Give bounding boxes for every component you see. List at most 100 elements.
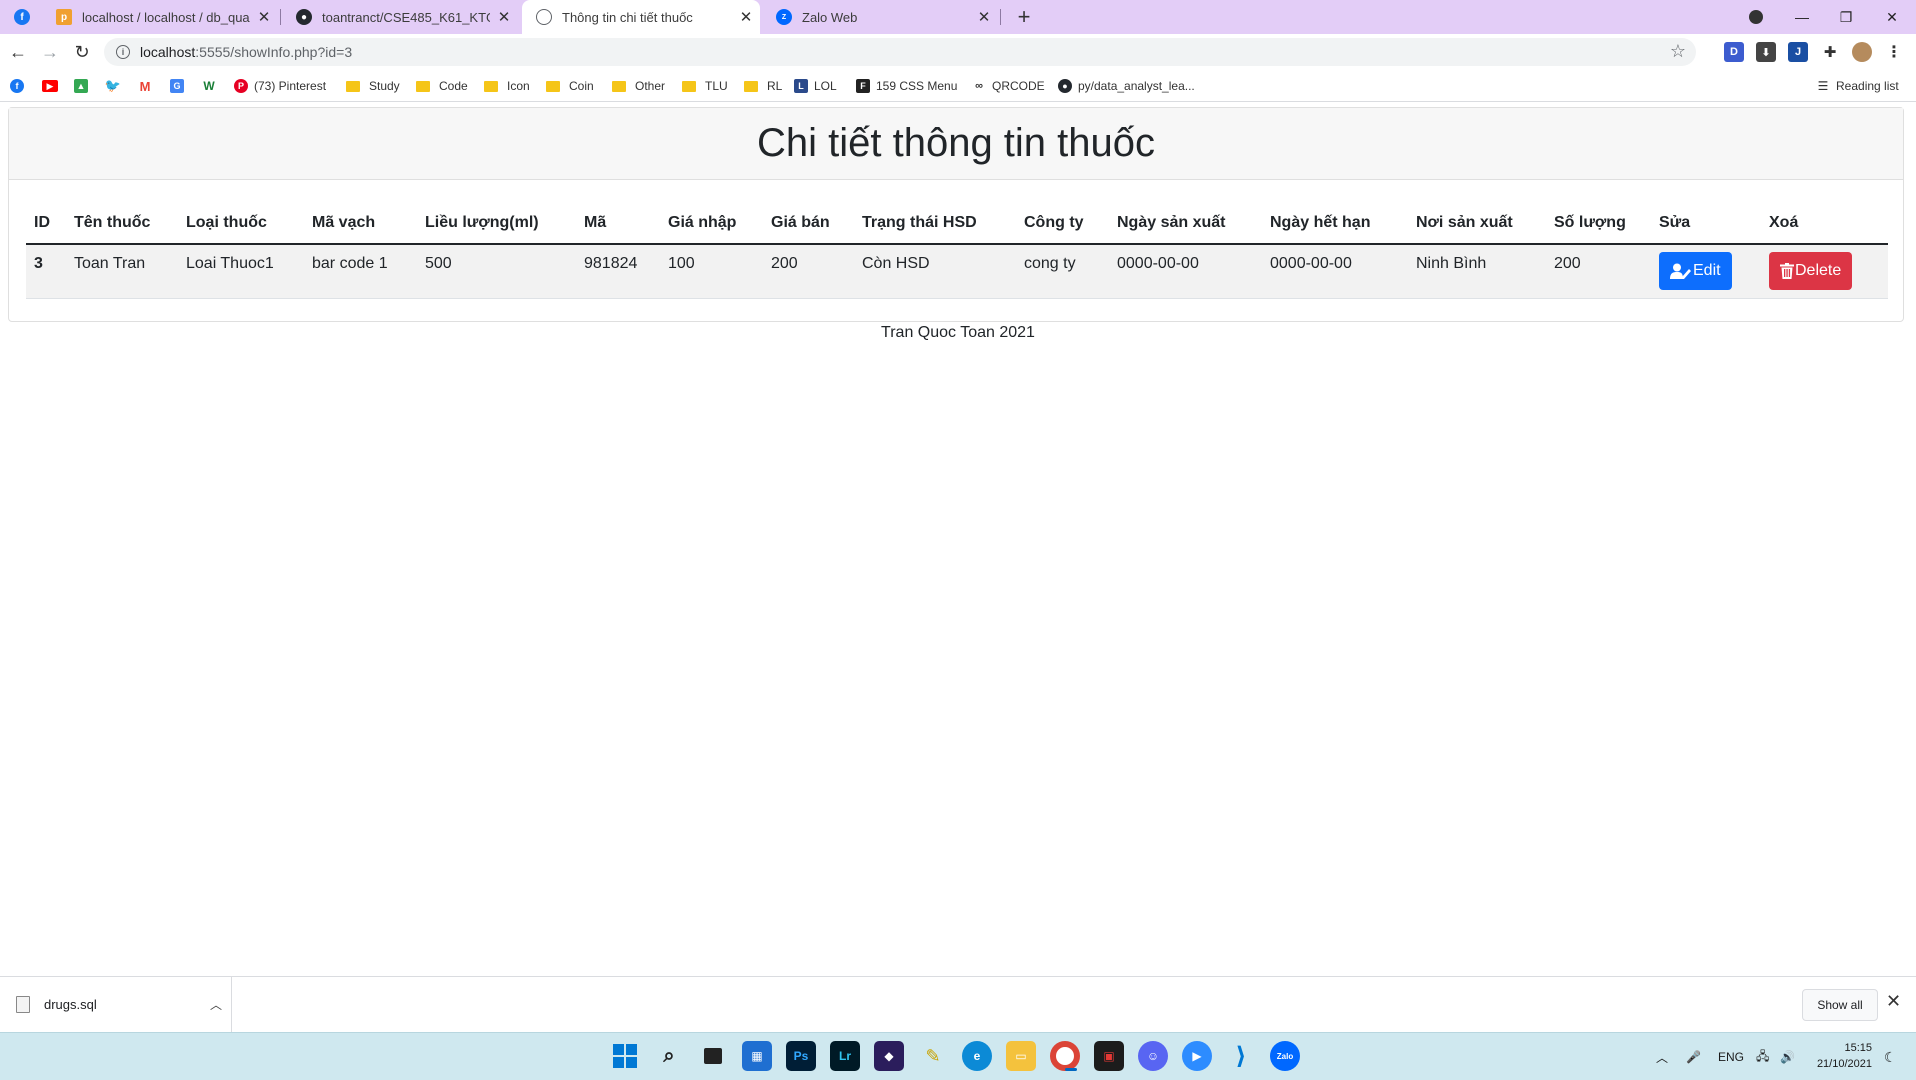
tab-title: toantranct/CSE485_K61_KTGK_19 [322,9,490,25]
file-explorer-icon[interactable]: ▭ [1006,1041,1036,1071]
table-header-row: ID Tên thuốc Loại thuốc Mã vạch Liều lượ… [26,202,1888,245]
extension-j-icon[interactable]: J [1788,42,1808,62]
url-text: localhost:5555/showInfo.php?id=3 [140,44,352,60]
tab-facebook-pinned[interactable]: f [0,0,40,34]
photoshop-icon[interactable]: Ps [786,1041,816,1071]
folder-icon [682,80,696,92]
vscode-icon[interactable]: ⟩ [1226,1041,1256,1071]
bookmark-qrcode[interactable]: ∞ QRCODE [972,77,1045,95]
restore-icon[interactable]: ❐ [1824,0,1868,34]
card-header: Chi tiết thông tin thuốc [9,108,1903,180]
bookmark-folder-rl[interactable]: RL [744,77,782,95]
cell-value: 200 [1554,255,1581,273]
bookmark-folder-code[interactable]: Code [416,77,468,95]
app-red-icon[interactable]: ▣ [1094,1041,1124,1071]
search-icon[interactable]: ⌕ [654,1041,684,1071]
forward-arrow-icon[interactable]: → [36,38,64,66]
site-info-icon[interactable]: i [116,45,130,59]
widgets-icon[interactable]: ▦ [742,1041,772,1071]
lightroom-icon[interactable]: Lr [830,1041,860,1071]
bookmark-pinterest[interactable]: P (73) Pinterest [234,77,326,95]
zalo-icon[interactable]: Zalo [1270,1041,1300,1071]
task-view-icon[interactable] [698,1041,728,1071]
close-icon[interactable]: ✕ [732,8,760,26]
system-clock[interactable]: 15:15 21/10/2021 [1812,1040,1872,1072]
bookmark-translate[interactable]: G [170,77,184,95]
bookmark-css-menu[interactable]: F 159 CSS Menu [856,77,957,95]
bookmark-facebook[interactable]: f [10,77,24,95]
tab-phpmyadmin[interactable]: p localhost / localhost / db_quanly ✕ [42,0,278,34]
avatar[interactable] [1852,42,1872,62]
bookmark-star-icon[interactable]: ☆ [1670,41,1686,62]
zoom-icon[interactable]: ▶ [1182,1041,1212,1071]
more-menu-icon[interactable]: ⋮ [1884,42,1904,62]
bookmark-folder-other[interactable]: Other [612,77,665,95]
microphone-icon[interactable]: 🎤 [1686,1033,1701,1080]
tab-drug-info[interactable]: Thông tin chi tiết thuốc ✕ [522,0,760,34]
app-purple-icon[interactable]: ◆ [874,1041,904,1071]
delete-button[interactable]: Delete [1769,252,1853,291]
minimize-icon[interactable]: — [1780,0,1824,34]
bookmark-gmail[interactable]: M [138,77,152,95]
bookmark-label: RL [767,79,783,93]
column-header: Giá nhập [660,202,763,245]
cell-value: bar code 1 [312,255,388,273]
bookmark-drive[interactable]: ▲ [74,77,88,95]
chevron-up-icon[interactable]: ︿ [201,996,231,1013]
bookmark-folder-coin[interactable]: Coin [546,77,594,95]
tab-separator [1000,9,1001,25]
bookmark-w[interactable]: W [202,77,216,95]
bookmark-folder-study[interactable]: Study [346,77,400,95]
column-header: Công ty [1016,202,1109,245]
network-icon[interactable]: 🖧 [1756,1033,1769,1080]
windows-start-icon[interactable] [610,1041,640,1071]
profile-menu-icon[interactable] [1734,0,1778,34]
back-arrow-icon[interactable]: ← [4,38,32,66]
url-host: localhost [140,44,196,60]
close-icon[interactable]: ✕ [490,8,518,26]
extension-download-icon[interactable]: ⬇ [1756,42,1776,62]
windows-taskbar: ⌕ ▦ Ps Lr ◆ ✎ e ▭ ▣ ☺ ▶ ⟩ Zalo ︿ 🎤 ENG 🖧… [0,1032,1916,1080]
volume-icon[interactable]: 🔊 [1780,1033,1795,1080]
edit-button[interactable]: Edit [1659,252,1732,291]
download-item[interactable]: drugs.sql ︿ [0,977,232,1032]
column-header: Nơi sản xuất [1408,202,1546,245]
column-header: Trạng thái HSD [854,202,1016,245]
page-title: Chi tiết thông tin thuốc [756,121,1156,165]
bookmark-folder-icon[interactable]: Icon [484,77,530,95]
reading-list[interactable]: ☰ Reading list [1816,77,1899,95]
tab-title: Thông tin chi tiết thuốc [562,9,693,25]
close-icon[interactable]: ✕ [970,8,998,26]
window-close-icon[interactable]: ✕ [1870,0,1914,34]
edge-icon[interactable]: e [962,1041,992,1071]
notification-icon[interactable]: ☾ [1884,1033,1897,1080]
close-icon[interactable]: ✕ [250,8,278,26]
column-header: Số lượng [1546,202,1651,245]
discord-icon[interactable]: ☺ [1138,1041,1168,1071]
bookmark-youtube[interactable]: ▶ [42,77,58,95]
reload-icon[interactable]: ↻ [68,38,96,66]
bookmark-label: Coin [569,79,594,93]
tray-chevron-up-icon[interactable]: ︿ [1656,1033,1668,1080]
tab-zalo[interactable]: Z Zalo Web ✕ [762,0,998,34]
bookmark-label: Reading list [1836,79,1899,93]
bookmark-lol[interactable]: L LOL [794,77,837,95]
address-bar[interactable]: i localhost:5555/showInfo.php?id=3 ☆ [104,38,1696,66]
tab-github[interactable]: ● toantranct/CSE485_K61_KTGK_19 ✕ [282,0,518,34]
zalo-icon: Z [776,9,792,25]
chrome-icon[interactable] [1050,1041,1080,1071]
new-tab-button[interactable]: + [1010,3,1038,31]
app-leaf-icon[interactable]: ✎ [918,1041,948,1071]
extension-d-icon[interactable]: D [1724,42,1744,62]
extensions-puzzle-icon[interactable]: ✚ [1820,42,1840,62]
bookmark-folder-tlu[interactable]: TLU [682,77,728,95]
cell-value: 100 [668,255,695,273]
bookmark-twitter[interactable]: 🐦 [105,77,121,95]
close-shelf-icon[interactable]: ✕ [1886,991,1901,1012]
footer-credit: Tran Quoc Toan 2021 [881,324,1035,341]
cell-edit: Edit [1651,244,1761,299]
lol-icon: L [794,79,808,93]
show-all-button[interactable]: Show all [1802,989,1878,1021]
bookmark-github-py[interactable]: ● py/data_analyst_lea... [1058,77,1195,95]
language-indicator[interactable]: ENG [1718,1033,1744,1080]
